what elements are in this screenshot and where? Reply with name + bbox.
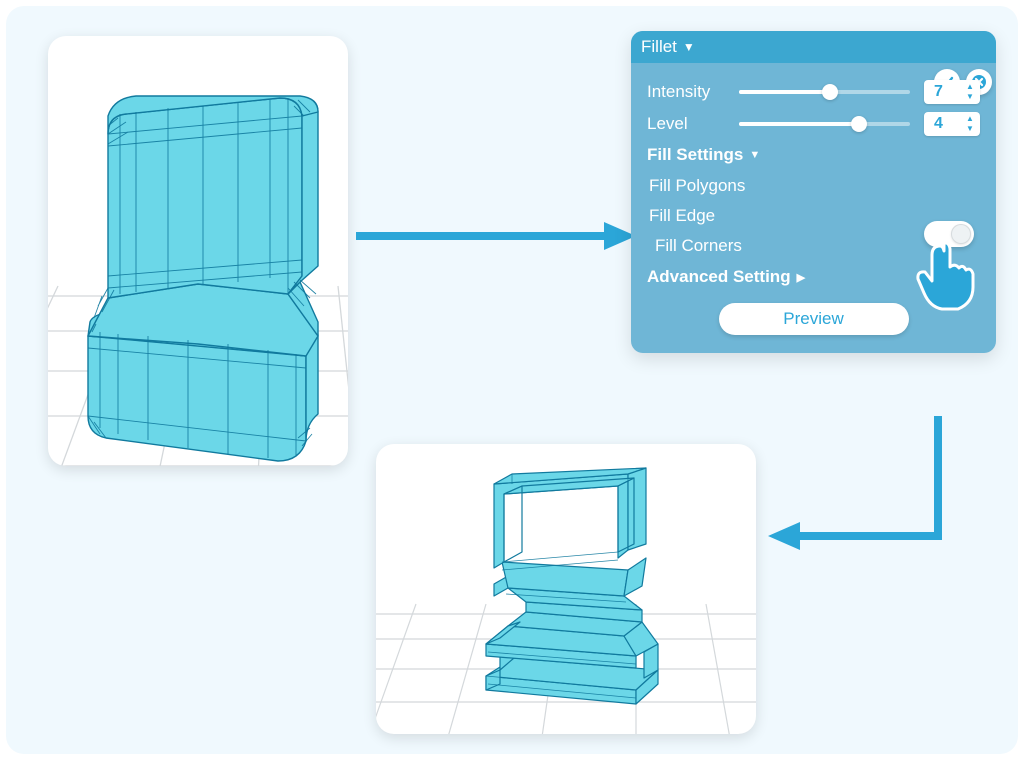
intensity-slider[interactable]: [739, 83, 910, 101]
before-viewport: [48, 36, 348, 466]
hand-cursor-icon: [906, 235, 986, 315]
arrow-to-panel: [356, 216, 636, 256]
stepper-up-icon[interactable]: ▲: [963, 82, 977, 92]
arrow-to-result: [768, 416, 968, 566]
stepper-down-icon[interactable]: ▼: [963, 124, 977, 134]
level-label: Level: [647, 114, 729, 134]
chevron-right-icon: ▶: [797, 271, 805, 284]
intensity-label: Intensity: [647, 82, 729, 102]
level-slider[interactable]: [739, 115, 910, 133]
fillet-panel: Fillet ▼ Intensity: [631, 31, 996, 353]
after-viewport: [376, 444, 756, 734]
intensity-value: 7: [934, 83, 943, 101]
level-stepper[interactable]: 4 ▲ ▼: [924, 112, 980, 136]
fill-settings-section[interactable]: Fill Settings ▼: [647, 145, 980, 165]
stepper-down-icon[interactable]: ▼: [963, 92, 977, 102]
chevron-down-icon: ▼: [749, 149, 760, 161]
panel-header[interactable]: Fillet ▼: [631, 31, 996, 63]
fill-polygons-item[interactable]: Fill Polygons: [647, 171, 980, 201]
preview-button[interactable]: Preview: [719, 303, 909, 335]
stepper-up-icon[interactable]: ▲: [963, 114, 977, 124]
level-value: 4: [934, 115, 943, 133]
intensity-stepper[interactable]: 7 ▲ ▼: [924, 80, 980, 104]
panel-title: Fillet: [641, 37, 677, 57]
chevron-down-icon: ▼: [683, 40, 695, 54]
